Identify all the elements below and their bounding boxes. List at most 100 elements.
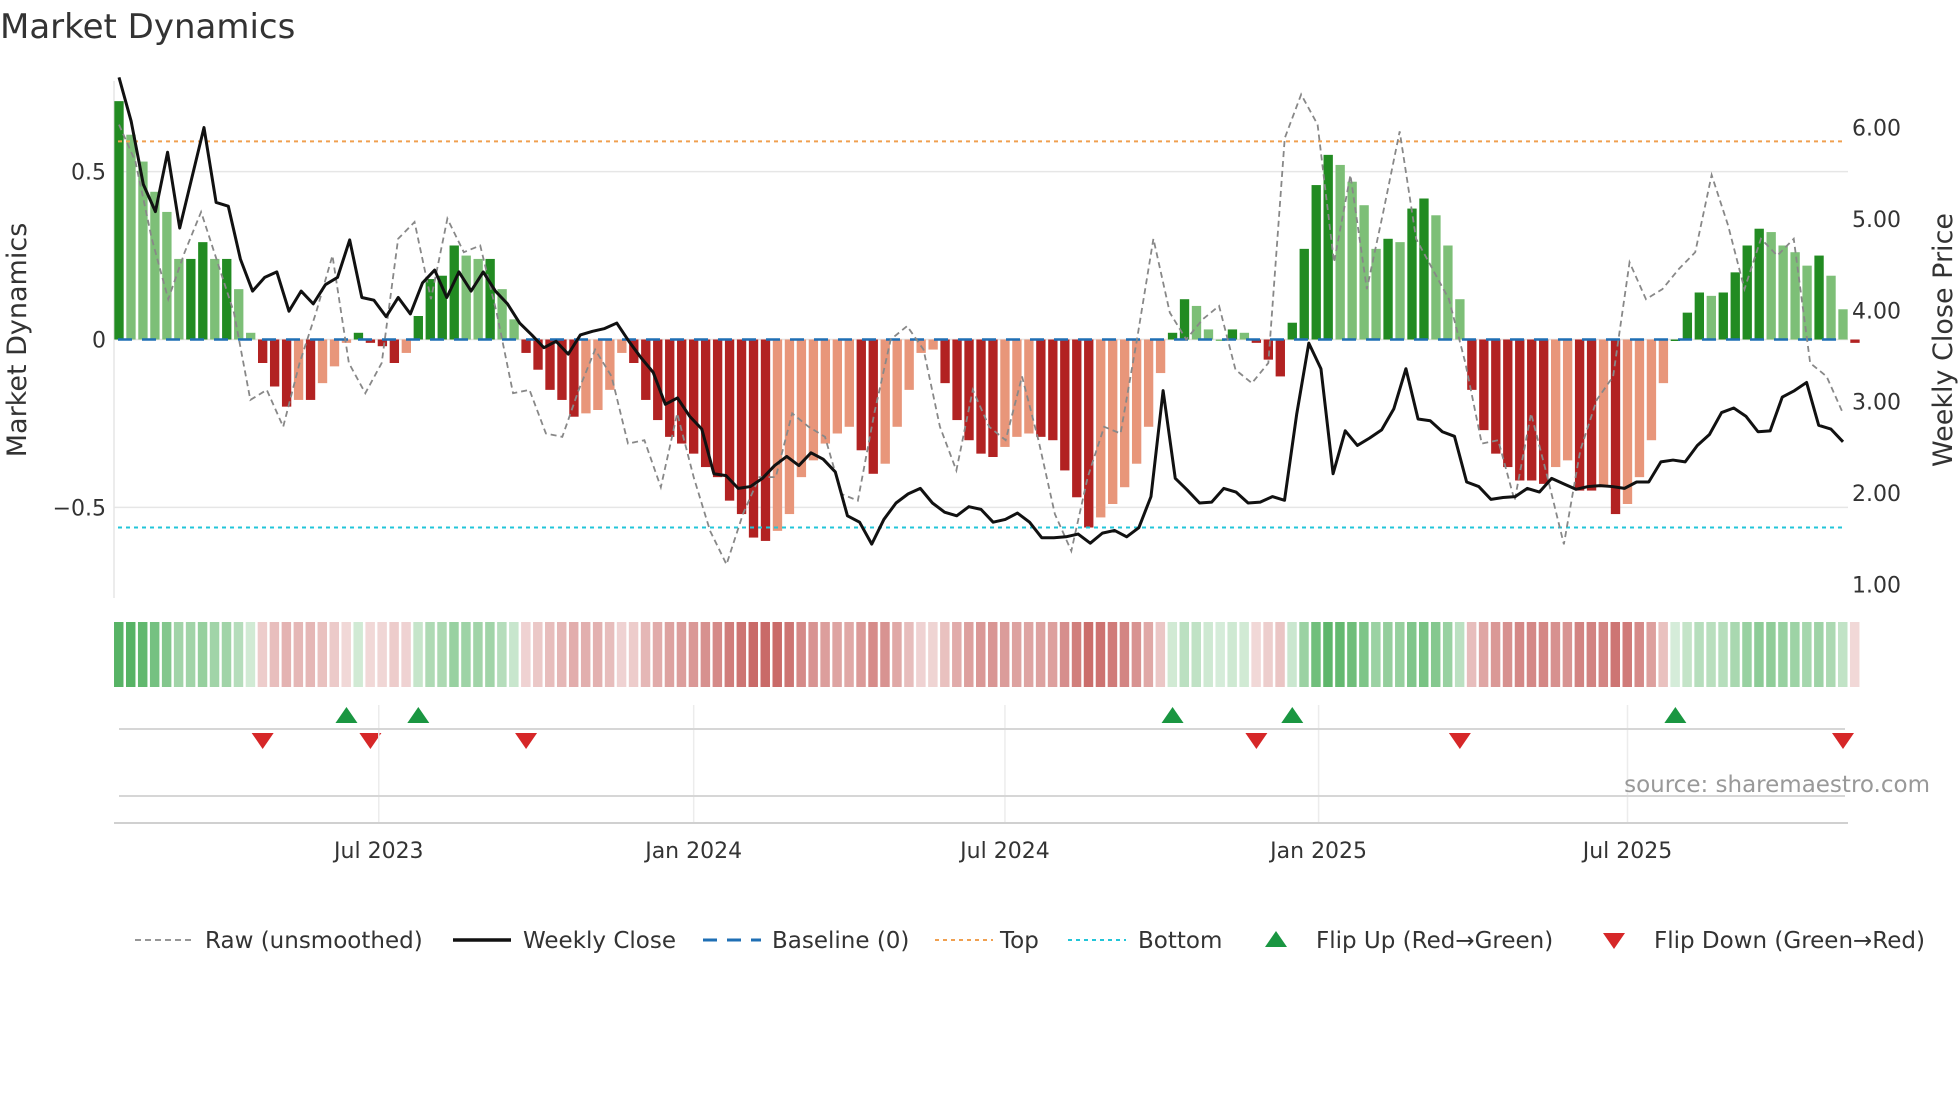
dynamics-bar: [222, 258, 232, 340]
dynamics-bar: [257, 339, 268, 363]
heat-cell: [1347, 622, 1357, 687]
heat-cell: [473, 622, 483, 687]
dynamics-bar: [665, 339, 675, 437]
heat-cell: [1263, 622, 1273, 687]
heat-cell: [1826, 622, 1836, 687]
heat-cell: [1466, 622, 1477, 687]
heat-cell: [1490, 622, 1501, 687]
legend-label: Top: [999, 928, 1039, 954]
x-tick-label: Jan 2024: [643, 839, 742, 864]
legend-flip-down-icon: [1603, 933, 1625, 949]
dynamics-bar: [1335, 164, 1345, 340]
dynamics-bar: [413, 316, 423, 340]
heat-cell: [1251, 622, 1261, 687]
heat-strip: [114, 622, 1860, 687]
heat-cell: [1359, 622, 1369, 687]
dynamics-bar: [329, 339, 340, 367]
heat-cell: [556, 622, 567, 687]
heat-cell: [952, 622, 962, 687]
dynamics-bar: [1036, 339, 1046, 437]
heat-cell: [844, 622, 854, 687]
dynamics-bar: [1203, 329, 1214, 340]
heat-cell: [485, 622, 495, 687]
legend-label: Weekly Close: [523, 928, 676, 954]
heat-cell: [772, 622, 782, 687]
flip-up-marker: [1161, 707, 1184, 723]
dynamics-bar: [234, 289, 244, 340]
heat-cell: [1730, 622, 1740, 687]
heat-cell: [1646, 622, 1656, 687]
heat-cell: [688, 622, 699, 687]
heat-cell: [1838, 622, 1848, 687]
heat-cell: [868, 622, 878, 687]
heat-cell: [760, 622, 770, 687]
y2-tick-label: 1.00: [1852, 573, 1901, 598]
dynamics-bar: [1467, 339, 1477, 390]
dynamics-bar: [1634, 339, 1645, 478]
legend-label: Raw (unsmoothed): [205, 928, 423, 954]
heat-cell: [1335, 622, 1345, 687]
weekly-close-line: [117, 76, 1845, 546]
heat-cell: [365, 622, 375, 687]
heat-cell: [1766, 622, 1776, 687]
heat-cell: [1802, 622, 1812, 687]
dynamics-bar: [688, 339, 699, 454]
heat-cell: [1239, 622, 1249, 687]
dynamics-bar: [1072, 339, 1082, 498]
heat-cell: [509, 622, 519, 687]
heat-cell: [784, 622, 794, 687]
heat-cell: [1430, 622, 1441, 687]
heat-cell: [521, 622, 531, 687]
heat-cell: [820, 622, 830, 687]
heat-cell: [197, 622, 208, 687]
dynamics-bar: [1275, 339, 1285, 377]
heat-cell: [233, 622, 244, 687]
heat-cell: [976, 622, 986, 687]
heat-cell: [341, 622, 351, 687]
dynamics-bar: [581, 339, 591, 414]
heat-cell: [1179, 622, 1190, 687]
dynamics-bar: [114, 101, 124, 340]
heat-cell: [1047, 622, 1058, 687]
dynamics-bar: [976, 339, 986, 454]
dynamics-bar: [1838, 309, 1848, 340]
heat-cell: [940, 622, 950, 687]
dynamics-bar: [952, 339, 962, 421]
heat-cell: [568, 622, 579, 687]
flip-down-marker: [1245, 733, 1268, 749]
dynamics-bar: [1024, 339, 1034, 434]
heat-cell: [425, 622, 435, 687]
y2-tick-label: 2.00: [1852, 482, 1901, 507]
dynamics-bar: [269, 339, 280, 387]
y2-tick-label: 5.00: [1852, 208, 1901, 233]
heat-cell: [1191, 622, 1201, 687]
dynamics-bar: [928, 339, 938, 350]
dynamics-bar: [150, 191, 160, 340]
legend-label: Bottom: [1138, 928, 1222, 954]
dynamics-bar: [1311, 185, 1321, 340]
heat-cell: [1011, 622, 1022, 687]
heat-cell: [700, 622, 711, 687]
dynamics-bar: [784, 339, 795, 515]
dynamics-bar: [401, 339, 412, 353]
heat-cell: [125, 622, 136, 687]
heat-cell: [1682, 622, 1692, 687]
dynamics-bar: [1347, 181, 1357, 340]
dynamics-bar: [198, 242, 208, 340]
dynamics-bar: [820, 339, 831, 444]
heat-cell: [353, 622, 363, 687]
flip-up-marker: [335, 707, 358, 723]
heat-cell: [1778, 622, 1788, 687]
dynamics-bar: [880, 339, 890, 464]
dynamics-bar: [1814, 255, 1824, 340]
dynamics-bars: [114, 101, 1860, 541]
dynamics-bar: [210, 258, 220, 340]
y-axis-title: Market Dynamics: [2, 223, 33, 458]
heat-cell: [185, 622, 196, 687]
heat-cell: [748, 622, 759, 687]
heat-cell: [712, 622, 723, 687]
heat-cell: [114, 622, 124, 687]
heat-cell: [269, 622, 280, 687]
heat-cell: [1634, 622, 1644, 687]
heat-cell: [329, 622, 339, 687]
